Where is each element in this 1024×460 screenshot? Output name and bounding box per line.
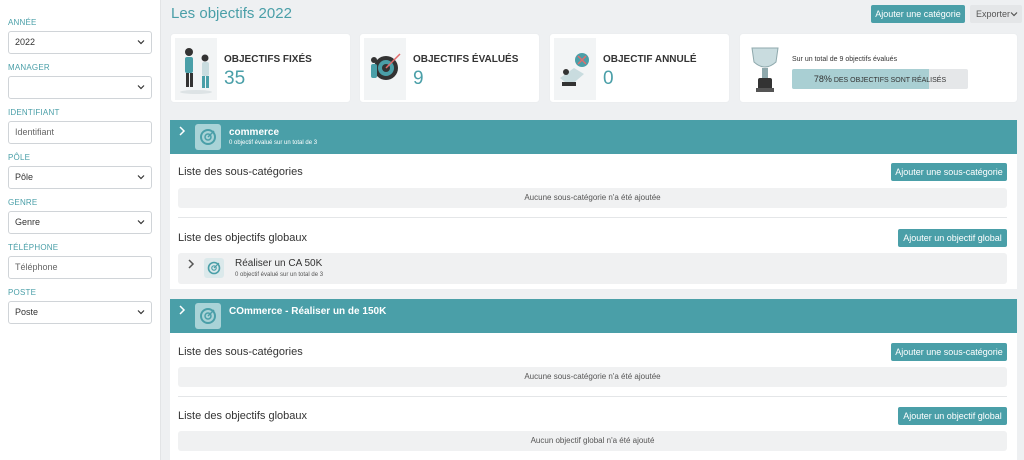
- stat-card-cancelled: OBJECTIF ANNULÉ 0: [549, 33, 730, 103]
- category-subtitle: 0 objectif évalué sur un total de 3: [229, 140, 318, 146]
- chevron-down-icon: [137, 175, 145, 180]
- divider: [178, 396, 1007, 397]
- subcategories-empty: Aucune sous-catégorie n'a été ajoutée: [178, 188, 1007, 208]
- genre-select[interactable]: Genre: [8, 211, 152, 234]
- export-button[interactable]: Exporter: [970, 5, 1022, 23]
- divider: [178, 217, 1007, 218]
- objective-subtitle: 0 objectif évalué sur un total de 3: [235, 272, 324, 278]
- objective-icon: [204, 258, 224, 278]
- poste-value: Poste: [15, 307, 39, 317]
- genre-label: GENRE: [8, 198, 38, 207]
- poste-select[interactable]: Poste: [8, 301, 152, 324]
- global-objectives-empty: Aucun objectif global n'a été ajouté: [178, 431, 1007, 451]
- annee-select[interactable]: 2022: [8, 31, 152, 54]
- filter-sidebar: ANNÉE 2022 MANAGER IDENTIFIANT Identifia…: [0, 0, 161, 460]
- chevron-down-icon: [1010, 12, 1018, 17]
- category-icon: [195, 124, 221, 150]
- pole-label: PÔLE: [8, 153, 31, 162]
- chevron-right-icon[interactable]: [178, 126, 186, 136]
- progress-percent: 78%: [813, 74, 832, 84]
- pole-select[interactable]: Pôle: [8, 166, 152, 189]
- add-category-button[interactable]: Ajouter une catégorie: [871, 5, 965, 23]
- chevron-right-icon[interactable]: [187, 259, 195, 269]
- target-illustration: [364, 38, 406, 100]
- category-header-commerce[interactable]: commerce 0 objectif évalué sur un total …: [170, 120, 1017, 154]
- fixed-value: 35: [224, 68, 246, 89]
- pole-value: Pôle: [15, 172, 34, 182]
- category-body-commerce: Liste des sous-catégories Ajouter une so…: [170, 154, 1017, 289]
- target-icon: [200, 129, 216, 145]
- telephone-label: TÉLÉPHONE: [8, 243, 59, 252]
- category-header-commerce-150k[interactable]: COmmerce - Réaliser un de 150K: [170, 299, 1017, 333]
- category-body-commerce-150k: Liste des sous-catégories Ajouter une so…: [170, 333, 1017, 460]
- cancelled-label: OBJECTIF ANNULÉ: [603, 54, 697, 65]
- target-icon: [200, 308, 216, 324]
- progress-caption: DES OBJECTIFS SONT RÉALISÉS: [831, 77, 947, 84]
- subcategories-title: Liste des sous-catégories: [178, 346, 303, 358]
- annee-label: ANNÉE: [8, 18, 37, 27]
- poste-label: POSTE: [8, 288, 37, 297]
- genre-value: Genre: [15, 217, 41, 227]
- stat-card-progress: Sur un total de 9 objectifs évalués 78% …: [739, 33, 1018, 103]
- target-icon: [207, 261, 221, 275]
- identifiant-label: IDENTIFIANT: [8, 108, 60, 117]
- stat-card-evaluated: OBJECTIFS ÉVALUÉS 9: [359, 33, 540, 103]
- stat-card-fixed: OBJECTIFS FIXÉS 35: [170, 33, 351, 103]
- add-subcategory-button[interactable]: Ajouter une sous-catégorie: [891, 163, 1007, 181]
- progress-label: 78% DES OBJECTIFS SONT RÉALISÉS: [792, 69, 968, 89]
- subcategories-empty: Aucune sous-catégorie n'a été ajoutée: [178, 367, 1007, 387]
- team-target-illustration: [175, 38, 217, 100]
- fixed-label: OBJECTIFS FIXÉS: [224, 54, 312, 65]
- telephone-input[interactable]: Téléphone: [8, 256, 152, 279]
- objective-row[interactable]: Réaliser un CA 50K 0 objectif évalué sur…: [178, 253, 1007, 284]
- chevron-down-icon: [137, 40, 145, 45]
- cancelled-illustration: [554, 38, 596, 100]
- evaluated-label: OBJECTIFS ÉVALUÉS: [413, 54, 519, 65]
- chevron-down-icon: [137, 310, 145, 315]
- trophy-icon: [751, 47, 779, 92]
- evaluated-value: 9: [413, 68, 424, 89]
- category-name: COmmerce - Réaliser un de 150K: [229, 306, 387, 317]
- global-objectives-title: Liste des objectifs globaux: [178, 232, 308, 244]
- add-global-objective-button[interactable]: Ajouter un objectif global: [898, 229, 1007, 247]
- chevron-right-icon[interactable]: [178, 305, 186, 315]
- add-global-objective-button[interactable]: Ajouter un objectif global: [898, 407, 1007, 425]
- cancelled-value: 0: [603, 68, 614, 89]
- progress-total-text: Sur un total de 9 objectifs évalués: [792, 56, 898, 63]
- export-label: Exporter: [976, 9, 1011, 19]
- global-objectives-title: Liste des objectifs globaux: [178, 410, 308, 422]
- chevron-down-icon: [137, 85, 145, 90]
- subcategories-title: Liste des sous-catégories: [178, 166, 303, 178]
- main-content: Les objectifs 2022 Ajouter une catégorie…: [168, 0, 1022, 460]
- progress-bar: 78% DES OBJECTIFS SONT RÉALISÉS: [792, 69, 968, 89]
- page-title: Les objectifs 2022: [171, 5, 292, 22]
- identifiant-input[interactable]: Identifiant: [8, 121, 152, 144]
- annee-value: 2022: [15, 37, 36, 47]
- category-icon: [195, 303, 221, 329]
- manager-label: MANAGER: [8, 63, 50, 72]
- manager-select[interactable]: [8, 76, 152, 99]
- objective-name: Réaliser un CA 50K: [235, 258, 323, 269]
- add-subcategory-button[interactable]: Ajouter une sous-catégorie: [891, 343, 1007, 361]
- chevron-down-icon: [137, 220, 145, 225]
- category-name: commerce: [229, 127, 280, 138]
